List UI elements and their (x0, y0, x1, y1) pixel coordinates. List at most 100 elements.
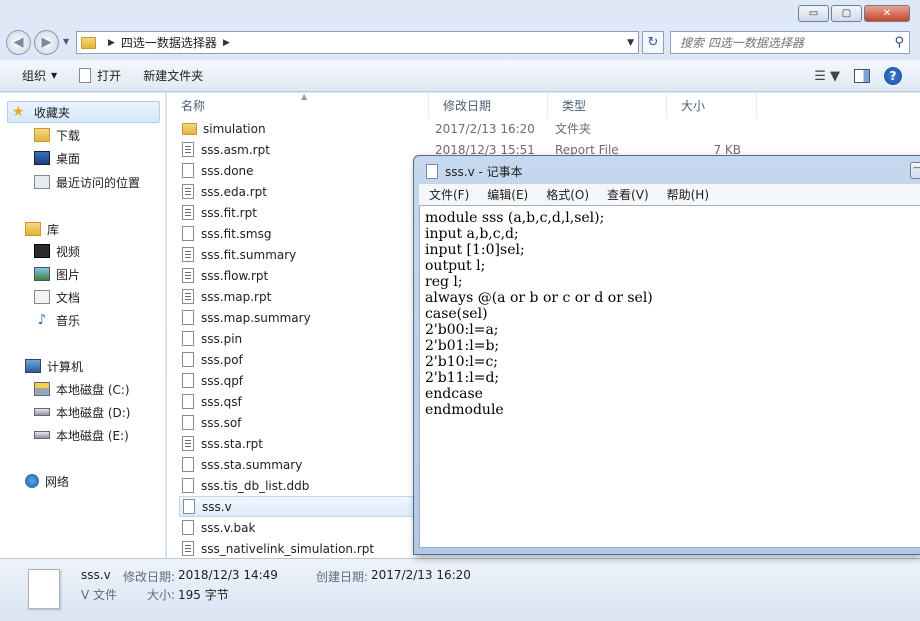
file-name-cell: sss.fit.rpt (179, 205, 435, 220)
file-name: sss.fit.summary (201, 247, 297, 262)
nav-item-label: 视频 (56, 244, 81, 259)
text-document-icon (182, 289, 194, 304)
nav-network[interactable]: 网络 (7, 470, 69, 492)
breadcrumb-current[interactable]: 四选一数据选择器 (121, 34, 217, 51)
computer-icon (25, 359, 41, 373)
nav-item-label: 音乐 (56, 313, 81, 328)
document-icon (182, 331, 194, 346)
forward-button[interactable]: ▶ (34, 30, 59, 55)
close-button[interactable]: ✕ (864, 5, 910, 22)
nav-item-drive-c[interactable]: 本地磁盘 (C:) (34, 379, 130, 399)
notepad-title: sss.v - 记事本 (445, 165, 523, 179)
organize-button[interactable]: 组织 ▼ (0, 60, 68, 92)
maximize-button[interactable]: ▢ (831, 5, 862, 22)
status-created-value: 2017/2/13 16:20 (371, 568, 471, 582)
help-icon[interactable]: ? (884, 67, 902, 85)
new-folder-button[interactable]: 新建文件夹 (132, 60, 214, 92)
column-headers: 名称 修改日期 类型 大小 (167, 93, 920, 118)
nav-item-videos[interactable]: 视频 (34, 241, 80, 261)
refresh-button[interactable]: ↻ (642, 31, 664, 54)
nav-favorites[interactable]: ★ 收藏夹 (7, 101, 160, 123)
open-button[interactable]: 打开 (68, 60, 132, 92)
chevron-right-icon[interactable]: ▶ (108, 38, 115, 48)
status-size-label: 大小: (147, 588, 176, 602)
notepad-title-bar[interactable]: sss.v - 记事本 (426, 163, 523, 180)
file-row[interactable]: simulation 2017/2/13 16:20 文件夹 (179, 118, 751, 139)
file-preview-icon (28, 569, 60, 609)
status-modified-label: 修改日期: (123, 570, 176, 584)
notepad-minimize-button[interactable]: — (910, 162, 920, 179)
preview-pane-icon[interactable] (854, 69, 870, 83)
history-dropdown-icon[interactable]: ▼ (63, 37, 69, 46)
address-dropdown-icon[interactable]: ▼ (627, 38, 634, 48)
file-name-cell: sss.asm.rpt (179, 142, 435, 157)
search-input[interactable] (680, 35, 895, 50)
nav-item-desktop[interactable]: 桌面 (34, 148, 80, 168)
desktop-icon (34, 151, 50, 165)
nav-item-pictures[interactable]: 图片 (34, 264, 80, 284)
menu-view[interactable]: 查看(V) (597, 186, 657, 203)
file-name: sss.eda.rpt (201, 184, 267, 199)
file-name-cell: sss.v (180, 499, 436, 514)
search-icon[interactable]: ⚲ (894, 35, 904, 50)
file-name-cell: sss.pof (179, 352, 435, 367)
nav-item-downloads[interactable]: 下载 (34, 125, 80, 145)
file-name: sss.fit.smsg (201, 226, 272, 241)
library-icon (25, 222, 41, 236)
music-icon: ♪ (37, 312, 47, 328)
file-name-cell: sss.eda.rpt (179, 184, 435, 199)
nav-item-label: 本地磁盘 (E:) (56, 428, 129, 443)
menu-help[interactable]: 帮助(H) (657, 186, 717, 203)
code-line: 2'b00:l=a; (425, 322, 499, 338)
nav-item-drive-d[interactable]: 本地磁盘 (D:) (34, 402, 130, 422)
nav-libraries[interactable]: 库 (7, 218, 59, 240)
file-name-cell: sss.qsf (179, 394, 435, 409)
code-line: module sss (a,b,c,d,l,sel); (425, 210, 605, 226)
code-line: input a,b,c,d; (425, 226, 519, 242)
document-icon (182, 373, 194, 388)
document-icon (182, 520, 194, 535)
nav-computer[interactable]: 计算机 (7, 355, 83, 377)
column-name[interactable]: 名称 (167, 93, 429, 118)
drive-icon (34, 431, 50, 439)
nav-item-label: 最近访问的位置 (56, 175, 141, 190)
nav-item-recent[interactable]: 最近访问的位置 (34, 172, 140, 192)
code-line: 2'b10:l=c; (425, 354, 499, 370)
nav-item-music[interactable]: ♪ 音乐 (34, 310, 80, 330)
notepad-text-area[interactable]: module sss (a,b,c,d,l,sel); input a,b,c,d… (419, 205, 920, 548)
search-box[interactable]: ⚲ (670, 31, 910, 54)
chevron-down-icon: ▼ (51, 71, 58, 80)
status-size-value: 195 字节 (178, 588, 229, 602)
document-icon (182, 394, 194, 409)
nav-item-documents[interactable]: 文档 (34, 287, 80, 307)
column-date[interactable]: 修改日期 (429, 93, 548, 118)
file-type: 文件夹 (555, 122, 592, 136)
address-bar[interactable]: ▶ 四选一数据选择器 ▶ ▼ (76, 31, 639, 54)
menu-edit[interactable]: 编辑(E) (477, 186, 536, 203)
menu-format[interactable]: 格式(O) (536, 186, 597, 203)
chevron-right-icon[interactable]: ▶ (223, 38, 230, 48)
text-document-icon (182, 541, 194, 556)
sort-ascending-icon: ▲ (301, 92, 308, 101)
status-modified-value: 2018/12/3 14:49 (178, 568, 278, 582)
notepad-window: sss.v - 记事本 — 文件(F) 编辑(E) 格式(O) 查看(V) 帮助… (413, 155, 920, 555)
minimize-button[interactable]: ▭ (798, 5, 829, 22)
text-document-icon (182, 205, 194, 220)
file-name-cell: sss.map.summary (179, 310, 435, 325)
file-name-cell: sss.done (179, 163, 435, 178)
file-name: sss.tis_db_list.ddb (201, 478, 310, 493)
menu-file[interactable]: 文件(F) (419, 186, 477, 203)
details-pane: sss.v V 文件 修改日期: 2018/12/3 14:49 大小: 195… (0, 558, 920, 621)
nav-item-drive-e[interactable]: 本地磁盘 (E:) (34, 425, 129, 445)
view-mode-icon[interactable]: ☰ ▼ (814, 69, 840, 84)
file-name-cell: sss.map.rpt (179, 289, 435, 304)
column-type[interactable]: 类型 (548, 93, 667, 118)
recent-places-icon (34, 175, 50, 189)
file-name: sss.map.rpt (201, 289, 272, 304)
code-line: endcase (425, 386, 483, 402)
back-button[interactable]: ◀ (6, 30, 31, 55)
column-size[interactable]: 大小 (667, 93, 757, 118)
document-icon (183, 499, 195, 514)
file-name: sss.sof (201, 415, 242, 430)
code-line: 2'b01:l=b; (425, 338, 500, 354)
